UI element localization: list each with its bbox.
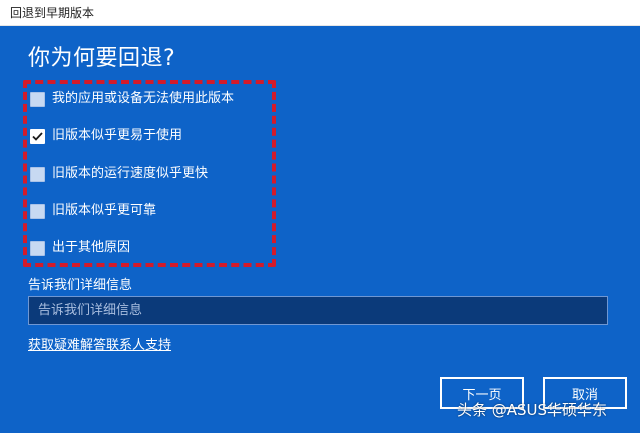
option-app-or-device-incompatible[interactable]: 我的应用或设备无法使用此版本 [30, 89, 234, 109]
window-title: 回退到早期版本 [10, 6, 95, 20]
option-more-reliable[interactable]: 旧版本似乎更可靠 [30, 201, 156, 221]
checkbox[interactable] [30, 240, 45, 256]
checkmark-icon [32, 131, 43, 141]
option-faster[interactable]: 旧版本的运行速度似乎更快 [30, 164, 208, 184]
help-support-link[interactable]: 获取疑难解答联系人支持 [28, 338, 171, 354]
checkbox[interactable] [30, 166, 45, 182]
title-bar: 回退到早期版本 [0, 0, 640, 26]
option-easier-to-use[interactable]: 旧版本似乎更易于使用 [30, 126, 182, 146]
option-label: 旧版本的运行速度似乎更快 [52, 166, 209, 181]
option-label: 旧版本似乎更易于使用 [52, 128, 183, 143]
checkbox[interactable] [30, 91, 45, 107]
watermark: 头条 @ASUS华硕华东 [457, 401, 608, 419]
details-label: 告诉我们详细信息 [28, 278, 133, 293]
checkbox[interactable] [30, 203, 45, 219]
option-label: 旧版本似乎更可靠 [52, 203, 157, 218]
option-other-reason[interactable]: 出于其他原因 [30, 238, 130, 258]
details-input[interactable] [28, 296, 608, 325]
option-label: 我的应用或设备无法使用此版本 [52, 91, 235, 106]
page-title: 你为何要回退? [28, 46, 176, 71]
option-label: 出于其他原因 [52, 240, 131, 255]
checkbox-checked[interactable] [30, 128, 45, 144]
